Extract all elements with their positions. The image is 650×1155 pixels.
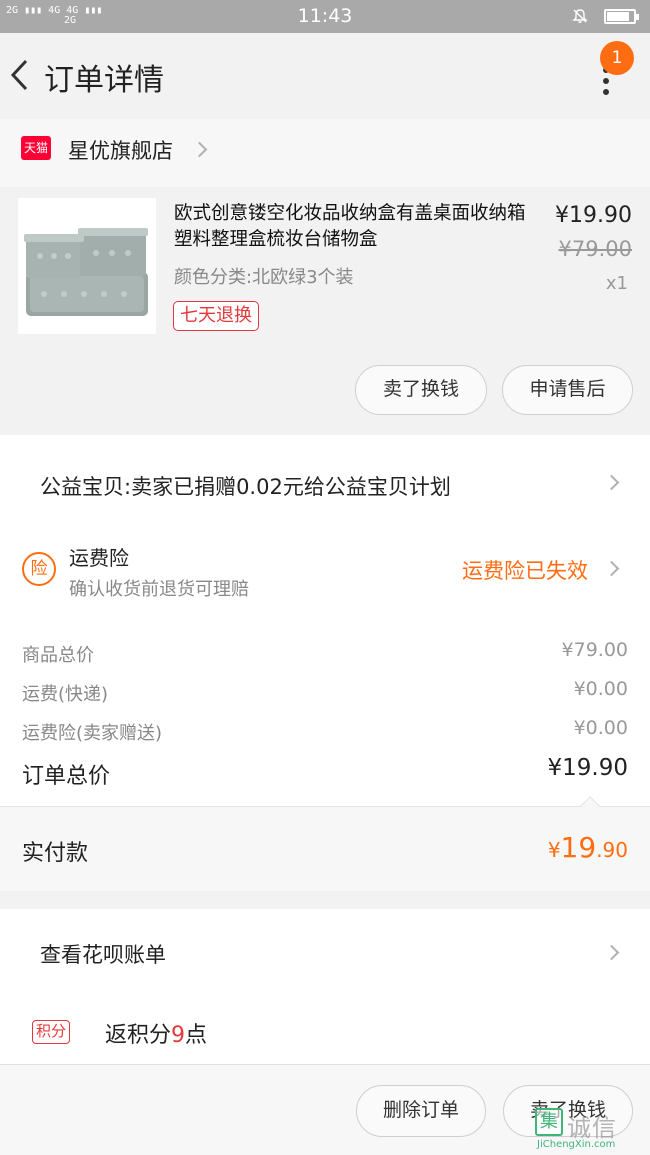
- shop-name: 星优旗舰店: [68, 139, 173, 163]
- insurance-icon: 险: [22, 552, 56, 586]
- watermark-box: 集: [535, 1108, 563, 1136]
- product-name[interactable]: 欧式创意镂空化妆品收纳盒有盖桌面收纳箱塑料整理盒梳妆台储物盒: [174, 201, 534, 253]
- product-image[interactable]: [18, 198, 156, 334]
- delete-order-button[interactable]: 删除订单: [356, 1085, 486, 1137]
- back-arrow-icon[interactable]: [8, 57, 32, 93]
- watermark-english: JiChengXin.com: [537, 1139, 616, 1150]
- sell-for-cash-button[interactable]: 卖了换钱: [355, 365, 487, 415]
- payment-integer: 19: [560, 831, 597, 864]
- tmall-logo-icon: 天猫: [21, 136, 51, 160]
- actual-payment-value: ¥19.90: [548, 831, 628, 864]
- insurance-status[interactable]: 运费险已失效: [462, 555, 588, 585]
- actual-payment-label: 实付款: [22, 841, 89, 866]
- chevron-right-icon: [191, 141, 208, 158]
- seven-day-return-tag: 七天退换: [173, 301, 259, 331]
- pointer-notch: [580, 796, 600, 816]
- chevron-right-icon: [603, 944, 620, 961]
- goods-total-value: ¥79.00: [561, 639, 628, 661]
- goods-total-label: 商品总价: [22, 645, 94, 666]
- points-suffix: 点: [185, 1023, 208, 1048]
- chevron-right-icon: [603, 560, 620, 577]
- watermark-logo: 集 诚信 JiChengXin.com: [533, 1108, 650, 1155]
- view-huabei-bill[interactable]: 查看花呗账单: [40, 939, 166, 969]
- shipping-label: 运费(快递): [22, 684, 109, 705]
- shop-row[interactable]: 天猫 星优旗舰店: [0, 119, 650, 187]
- battery-level: [607, 12, 629, 21]
- points-prefix: 返积分: [105, 1023, 172, 1048]
- shipping-insurance-label: 运费险(卖家赠送): [22, 723, 163, 744]
- product-quantity: x1: [605, 273, 628, 294]
- status-bar: 2G ▮▮▮ 4G 4G ▮▮▮ 2G 11:43: [0, 0, 650, 33]
- product-original-price: ¥79.00: [558, 237, 632, 261]
- watermark-chinese: 诚信: [567, 1114, 617, 1142]
- product-sku: 颜色分类:北欧绿3个装: [174, 267, 354, 288]
- shipping-value: ¥0.00: [573, 678, 628, 700]
- payment-currency: ¥: [547, 838, 561, 862]
- points-badge: 积分: [32, 1020, 71, 1044]
- battery-icon: [604, 9, 639, 24]
- order-total-value: ¥19.90: [547, 755, 628, 781]
- order-total-label: 订单总价: [22, 764, 111, 789]
- page-header: 订单详情 1: [0, 33, 650, 119]
- payment-decimal: .90: [596, 838, 628, 862]
- after-sale-button[interactable]: 申请售后: [502, 365, 633, 415]
- points-value: 9: [171, 1023, 186, 1048]
- product-card: 欧式创意镂空化妆品收纳盒有盖桌面收纳箱塑料整理盒梳妆台储物盒 颜色分类:北欧绿3…: [0, 187, 650, 435]
- insurance-subtitle: 确认收货前退货可理赔: [69, 579, 249, 600]
- product-price: ¥19.90: [555, 203, 632, 228]
- actual-payment-row: 实付款 ¥19.90: [0, 796, 650, 891]
- extras-panel: 查看花呗账单 积分 返积分9点: [0, 909, 650, 1064]
- notification-badge: 1: [600, 41, 634, 75]
- mute-bell-icon: [572, 9, 588, 23]
- order-info-panel: 公益宝贝:卖家已捐赠0.02元给公益宝贝计划 险 运费险 确认收货前退货可理赔 …: [0, 435, 650, 891]
- page-title: 订单详情: [44, 63, 164, 98]
- points-reward: 返积分9点: [105, 1017, 207, 1049]
- clock: 11:43: [297, 5, 353, 27]
- charity-info[interactable]: 公益宝贝:卖家已捐赠0.02元给公益宝贝计划: [40, 471, 451, 501]
- insurance-title: 运费险: [69, 546, 129, 570]
- chevron-right-icon: [603, 474, 620, 491]
- shipping-insurance-value: ¥0.00: [573, 717, 628, 739]
